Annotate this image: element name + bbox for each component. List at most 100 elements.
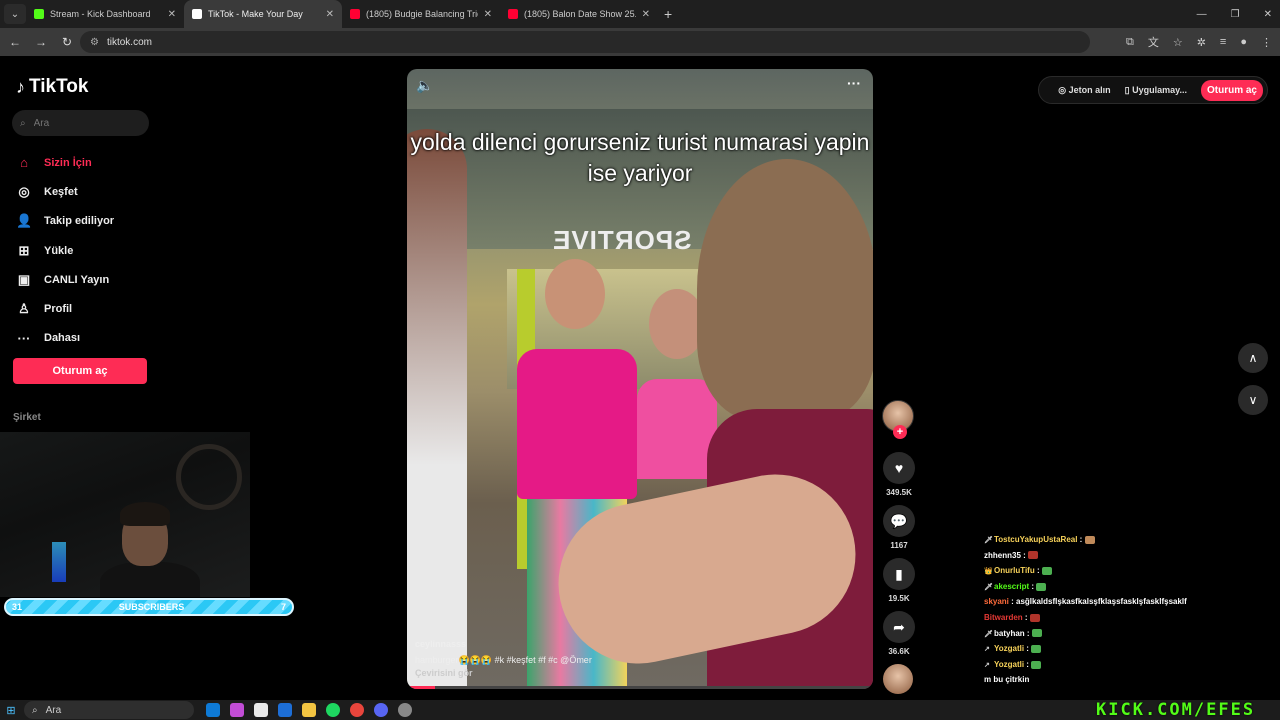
sidebar-item-4[interactable]: ⊞ Yükle <box>16 236 114 265</box>
chat-username[interactable]: Yozgatli <box>994 660 1024 669</box>
chat-message: 🗡akescript : <box>984 579 1274 595</box>
tab-favicon-icon <box>350 9 360 19</box>
video-progress-bar[interactable] <box>407 686 873 689</box>
chat-username[interactable]: zhhenn35 <box>984 551 1021 560</box>
windows-start-icon[interactable]: ⊞ <box>0 704 22 717</box>
chat-username[interactable]: Bitwarden <box>984 613 1023 622</box>
sidebar-item-label: Keşfet <box>44 185 78 198</box>
chat-emote-icon <box>1031 629 1042 638</box>
browser-tab[interactable]: (1805) Balon Date Show 25. Bö ✕ <box>500 0 658 28</box>
get-app-label: Uygulamay... <box>1132 84 1187 95</box>
live-icon: ▣ <box>17 271 31 287</box>
chat-username[interactable]: batyhan <box>994 629 1025 638</box>
install-app-icon[interactable]: ⧉ <box>1126 36 1134 49</box>
heart-icon[interactable]: ♥ <box>883 452 915 484</box>
browser-tab[interactable]: Stream - Kick Dashboard ✕ <box>26 0 184 28</box>
back-icon[interactable]: ← <box>4 35 26 49</box>
chat-username[interactable]: TostcuYakupUstaReal <box>994 535 1077 544</box>
sidebar-item-1[interactable]: ⌂ Sizin İçin <box>16 148 114 177</box>
search-box[interactable]: ⌕ <box>12 110 149 136</box>
profile-avatar-icon[interactable]: ● <box>1240 36 1247 48</box>
url-bar[interactable]: ⚙ tiktok.com <box>80 31 1090 53</box>
app-icon[interactable] <box>398 703 412 717</box>
extensions-icon[interactable]: ✲ <box>1197 36 1206 49</box>
search-input[interactable] <box>33 117 124 129</box>
copilot-icon[interactable] <box>230 703 244 717</box>
next-video-button[interactable]: ∨ <box>1238 385 1268 415</box>
minimize-icon[interactable]: — <box>1197 9 1207 20</box>
discord-icon[interactable] <box>374 703 388 717</box>
store-icon[interactable] <box>254 703 268 717</box>
chat-username[interactable]: OnurluTifu <box>994 566 1035 575</box>
volume-icon[interactable]: 🔈 <box>416 77 433 94</box>
chat-message: 🗡TostcuYakupUstaReal : <box>984 532 1274 548</box>
sidebar-item-5[interactable]: ▣ CANLI Yayın <box>16 265 114 294</box>
share-icon[interactable]: ➦ <box>883 611 915 643</box>
company-heading[interactable]: Şirket <box>13 412 41 423</box>
login-button[interactable]: Oturum aç <box>13 358 147 384</box>
chat-emote-icon <box>1041 567 1052 576</box>
window-controls: — ❐ ✕ <box>1197 0 1272 28</box>
creator-avatar[interactable]: + <box>882 400 914 439</box>
profile-icon: ♙ <box>18 301 30 317</box>
subs-goal: 7 <box>280 602 286 612</box>
tiktok-note-icon: ♪ <box>16 76 25 97</box>
new-tab-button[interactable]: + <box>664 6 672 22</box>
sound-avatar[interactable] <box>883 664 913 694</box>
sidebar-item-7[interactable]: ··· Dahası <box>16 324 114 353</box>
tab-close-icon[interactable]: ✕ <box>168 9 176 20</box>
chat-username[interactable]: Yozgatli <box>994 644 1024 653</box>
get-coins-button[interactable]: ◎ Jeton alın <box>1058 85 1110 96</box>
sidebar-item-3[interactable]: 👤 Takip ediliyor <box>16 207 114 236</box>
video-player[interactable]: SPORTIVE yolda dilenci gorurseniz turist… <box>407 69 873 689</box>
bookmark-icon[interactable]: ▮ <box>883 558 915 590</box>
windows-taskbar: ⊞ ⌕ Ara <box>0 700 1280 720</box>
restore-icon[interactable]: ❐ <box>1231 9 1240 20</box>
comment-icon[interactable]: 💬 <box>883 505 915 537</box>
bookmark-star-icon[interactable]: ☆ <box>1173 36 1183 49</box>
translate-icon[interactable]: 文 <box>1148 34 1159 50</box>
share-action: ➦ 36.6K <box>882 611 916 656</box>
tab-close-icon[interactable]: ✕ <box>326 9 334 20</box>
see-translation-link[interactable]: Çevirisini gör <box>415 668 473 678</box>
chat-separator: : <box>1024 644 1032 654</box>
taskbar-search[interactable]: ⌕ Ara <box>24 701 194 719</box>
tiktok-logo[interactable]: ♪ TikTok <box>16 76 88 98</box>
forward-icon[interactable]: → <box>30 35 52 49</box>
sidebar-item-label: Takip ediliyor <box>44 215 115 228</box>
sidebar-item-6[interactable]: ♙ Profil <box>16 294 114 323</box>
comment-count: 1167 <box>890 541 908 550</box>
spotify-icon[interactable] <box>326 703 340 717</box>
follow-plus-icon[interactable]: + <box>893 425 907 439</box>
tab-close-icon[interactable]: ✕ <box>484 9 492 20</box>
reload-icon[interactable]: ↻ <box>56 35 78 49</box>
edge-icon[interactable] <box>206 703 220 717</box>
get-app-button[interactable]: ▯ Uygulamay... <box>1125 85 1187 96</box>
chat-message: Bitwarden : <box>984 610 1274 626</box>
previous-video-button[interactable]: ∧ <box>1238 343 1268 373</box>
browser-menu-icon[interactable]: ⋮ <box>1261 36 1272 49</box>
top-login-button[interactable]: Oturum aç <box>1200 79 1263 101</box>
chat-badge-icon: 🗡 <box>984 583 993 591</box>
site-info-icon[interactable]: ⚙ <box>90 37 99 48</box>
browser-tab[interactable]: TikTok - Make Your Day ✕ <box>184 0 342 28</box>
close-window-icon[interactable]: ✕ <box>1264 9 1272 20</box>
chat-badge-icon: 🗡 <box>984 537 993 544</box>
outlook-icon[interactable] <box>278 703 292 717</box>
tab-close-icon[interactable]: ✕ <box>642 9 650 20</box>
chat-separator: : <box>1008 597 1017 607</box>
chat-text: m bu çitrkin <box>984 675 1030 685</box>
file-explorer-icon[interactable] <box>302 703 316 717</box>
chat-emote-icon <box>1031 645 1042 654</box>
media-controls-icon[interactable]: ≡ <box>1220 36 1226 48</box>
chat-username[interactable]: akescript <box>994 582 1029 591</box>
sidebar-item-2[interactable]: ◎ Keşfet <box>16 177 114 206</box>
video-author[interactable]: ceylinnasss <box>415 639 466 649</box>
chrome-icon[interactable] <box>350 703 364 717</box>
chat-username[interactable]: skyani <box>984 597 1009 606</box>
search-icon: ⌕ <box>20 117 26 129</box>
more-options-icon[interactable]: ··· <box>847 75 861 91</box>
tab-title: TikTok - Make Your Day <box>208 9 303 19</box>
tab-search-button[interactable]: ⌄ <box>4 4 26 24</box>
browser-tab[interactable]: (1805) Budgie Balancing Trick - ✕ <box>342 0 500 28</box>
